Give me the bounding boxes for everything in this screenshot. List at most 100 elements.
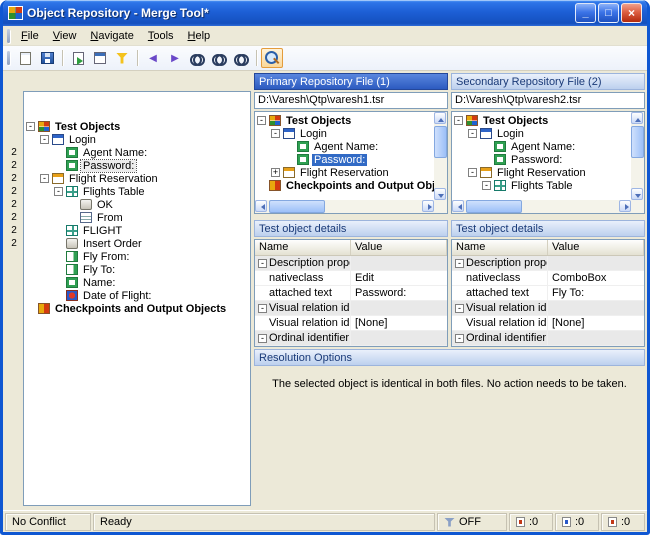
primary-file-header[interactable]: Primary Repository File (1) <box>254 73 448 90</box>
property-row[interactable]: attached text Password: <box>255 286 447 301</box>
group-expander-icon[interactable]: - <box>258 258 267 268</box>
scrollbar-thumb[interactable] <box>434 126 447 158</box>
column-header[interactable]: Name <box>255 240 351 255</box>
tree-item[interactable]: Password: <box>24 158 250 173</box>
tree-item[interactable]: Agent Name: <box>452 140 631 153</box>
close-button[interactable]: × <box>621 3 642 23</box>
column-header[interactable]: Value <box>548 240 644 255</box>
menu-item[interactable]: File <box>14 28 46 44</box>
property-row[interactable]: - Ordinal identifier <box>255 331 447 346</box>
group-expander-icon[interactable]: - <box>455 258 464 268</box>
tree-item[interactable]: - Test Objects <box>452 114 631 127</box>
expander-icon[interactable]: - <box>454 116 463 125</box>
secondary-file-header[interactable]: Secondary Repository File (2) <box>451 73 645 90</box>
tree-item[interactable]: Insert Order <box>24 237 250 250</box>
menu-item[interactable]: View <box>46 28 84 44</box>
property-row[interactable]: -Visual relation identifi... <box>452 301 644 316</box>
property-row[interactable]: -Visual relation identif... <box>255 301 447 316</box>
scroll-right-icon[interactable] <box>619 200 631 212</box>
property-row[interactable]: Visual relation iden... [None] <box>255 316 447 331</box>
property-row[interactable]: attached text Fly To: <box>452 286 644 301</box>
group-expander-icon[interactable]: - <box>258 333 267 343</box>
column-header[interactable]: Name <box>452 240 548 255</box>
tree-item[interactable]: - Login <box>24 133 250 146</box>
filter-icon[interactable] <box>111 48 133 68</box>
tree-item[interactable]: Date of Flight: <box>24 289 250 302</box>
horizontal-scrollbar[interactable] <box>255 200 434 213</box>
tree-item[interactable]: - Test Objects <box>255 114 434 127</box>
scroll-up-icon[interactable] <box>631 112 643 124</box>
scrollbar-thumb[interactable] <box>631 126 644 158</box>
scrollbar-track[interactable] <box>464 200 619 213</box>
tree-item[interactable]: - Login <box>255 127 434 140</box>
title-bar[interactable]: Object Repository - Merge Tool* _ □ × <box>3 0 647 26</box>
previous-conflict-icon[interactable]: ◀ <box>142 48 164 68</box>
secondary-file-path[interactable]: D:\Varesh\Qtp\varesh2.tsr <box>451 92 645 109</box>
expander-icon[interactable]: - <box>257 116 266 125</box>
tree-item[interactable]: - Login <box>452 127 631 140</box>
scroll-down-icon[interactable] <box>631 188 643 200</box>
vertical-scrollbar[interactable] <box>631 112 644 200</box>
tree-item[interactable]: Password: <box>255 153 434 166</box>
property-row[interactable]: nativeclass ComboBox <box>452 271 644 286</box>
expander-icon[interactable]: - <box>54 187 63 196</box>
expander-icon[interactable]: - <box>468 168 477 177</box>
primary-file-path[interactable]: D:\Varesh\Qtp\varesh1.tsr <box>254 92 448 109</box>
scrollbar-track[interactable] <box>631 124 644 188</box>
menu-item[interactable]: Tools <box>141 28 181 44</box>
statistics-icon[interactable] <box>89 48 111 68</box>
scrollbar-track[interactable] <box>434 124 447 188</box>
expander-icon[interactable]: - <box>40 135 49 144</box>
tree-item[interactable]: - Flights Table <box>452 179 631 192</box>
property-row[interactable]: -Description properties <box>452 256 644 271</box>
expander-icon[interactable]: - <box>26 122 35 131</box>
group-expander-icon[interactable]: - <box>455 333 464 343</box>
group-expander-icon[interactable]: - <box>258 303 267 313</box>
scroll-left-icon[interactable] <box>255 200 267 212</box>
tree-item[interactable]: Checkpoints and Output Objects <box>24 302 250 315</box>
scroll-right-icon[interactable] <box>422 200 434 212</box>
column-header[interactable]: Value <box>351 240 447 255</box>
export-icon[interactable] <box>67 48 89 68</box>
tree-item[interactable]: Fly From: <box>24 250 250 263</box>
filter-status[interactable]: OFF <box>437 513 507 531</box>
menu-item[interactable]: Help <box>181 28 218 44</box>
tree-item[interactable]: + Flight Reservation <box>255 166 434 179</box>
tree-item[interactable]: From <box>24 211 250 224</box>
expander-icon[interactable]: - <box>271 129 280 138</box>
scroll-up-icon[interactable] <box>434 112 446 124</box>
zoom-icon[interactable] <box>261 48 283 68</box>
expander-icon[interactable]: - <box>468 129 477 138</box>
tree-item[interactable]: - Flights Table <box>24 185 250 198</box>
tree-item[interactable]: Fly To: <box>24 263 250 276</box>
property-row[interactable]: -Description properties <box>255 256 447 271</box>
find-previous-icon[interactable] <box>230 48 252 68</box>
tree-item[interactable]: Password: <box>452 153 631 166</box>
maximize-button[interactable]: □ <box>598 3 619 23</box>
scrollbar-track[interactable] <box>267 200 422 213</box>
property-row[interactable]: nativeclass Edit <box>255 271 447 286</box>
minimize-button[interactable]: _ <box>575 3 596 23</box>
save-icon[interactable] <box>36 48 58 68</box>
property-row[interactable]: - Ordinal identifier <box>452 331 644 346</box>
expander-icon[interactable]: + <box>271 168 280 177</box>
find-next-icon[interactable] <box>208 48 230 68</box>
expander-icon[interactable]: - <box>40 174 49 183</box>
vertical-scrollbar[interactable] <box>434 112 447 200</box>
tree-item[interactable]: Name: <box>24 276 250 289</box>
tree-item[interactable]: Agent Name: <box>24 146 250 159</box>
group-expander-icon[interactable]: - <box>455 303 464 313</box>
property-row[interactable]: Visual relation iden... [None] <box>452 316 644 331</box>
next-conflict-icon[interactable]: ▶ <box>164 48 186 68</box>
scrollbar-thumb[interactable] <box>466 200 522 213</box>
tree-item[interactable]: - Flight Reservation <box>24 172 250 185</box>
scrollbar-thumb[interactable] <box>269 200 325 213</box>
tree-item[interactable]: Agent Name: <box>255 140 434 153</box>
tree-item[interactable]: - Flight Reservation <box>452 166 631 179</box>
tree-item[interactable]: Checkpoints and Output Objects <box>255 179 434 192</box>
horizontal-scrollbar[interactable] <box>452 200 631 213</box>
tree-item[interactable]: OK <box>24 198 250 211</box>
scroll-down-icon[interactable] <box>434 188 446 200</box>
menu-item[interactable]: Navigate <box>83 28 140 44</box>
find-icon[interactable] <box>186 48 208 68</box>
